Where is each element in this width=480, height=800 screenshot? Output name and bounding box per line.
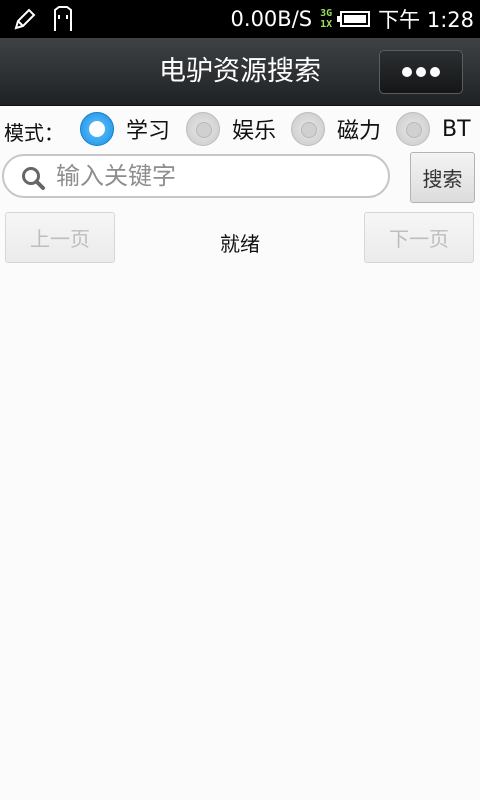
radio-unchecked-icon[interactable] [291, 112, 325, 146]
search-input[interactable] [56, 160, 376, 192]
signal-icon: 3G 1X [320, 8, 333, 30]
prev-page-button[interactable]: 上一页 [5, 212, 115, 263]
mode-radio-study[interactable]: 学习 [80, 112, 170, 146]
battery-icon [337, 11, 371, 27]
next-page-button[interactable]: 下一页 [364, 212, 474, 263]
mode-selector: 模式： 学习 娱乐 磁力 BT [0, 106, 480, 152]
search-icon [22, 167, 45, 190]
mode-radio-magnet[interactable]: 磁力 [291, 112, 381, 146]
search-button[interactable]: 搜索 [410, 152, 475, 203]
clock: 下午 1:28 [378, 8, 474, 32]
search-box[interactable] [2, 154, 390, 198]
edit-notification-icon [14, 8, 36, 30]
mode-label: 模式： [4, 121, 64, 145]
notification-icons [12, 4, 76, 34]
mode-radio-entertainment[interactable]: 娱乐 [186, 112, 276, 146]
status-text: 就绪 [220, 232, 260, 256]
overflow-menu-button[interactable] [379, 50, 463, 94]
network-speed: 0.00B/S [230, 7, 313, 31]
radio-unchecked-icon[interactable] [396, 112, 430, 146]
radio-unchecked-icon[interactable] [186, 112, 220, 146]
status-right: 0.00B/S 3G 1X 下午 1:28 [231, 0, 474, 38]
mode-radio-bt[interactable]: BT [396, 112, 471, 146]
more-icon [402, 67, 412, 77]
usb-debug-icon [54, 6, 72, 31]
title-bar: 电驴资源搜索 [0, 38, 480, 106]
radio-checked-icon[interactable] [80, 112, 114, 146]
results-list [0, 272, 480, 800]
status-bar: 0.00B/S 3G 1X 下午 1:28 [0, 0, 480, 38]
